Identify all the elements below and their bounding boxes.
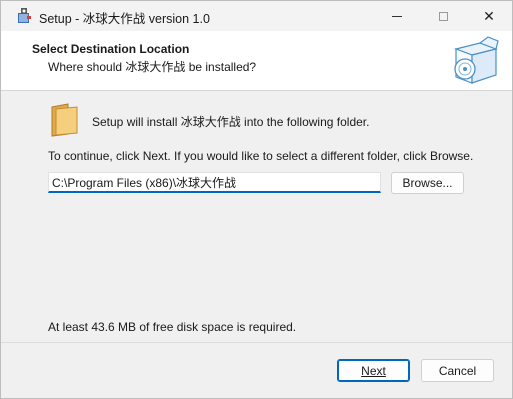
disk-space-requirement: At least 43.6 MB of free disk space is r… <box>48 320 297 334</box>
page-header: Select Destination Location Where should… <box>1 31 512 91</box>
folder-icon <box>50 103 80 137</box>
close-button[interactable]: ✕ <box>466 1 512 31</box>
close-icon: ✕ <box>483 7 495 24</box>
footer-divider <box>1 342 512 343</box>
maximize-button[interactable] <box>420 1 466 31</box>
page-title: Select Destination Location <box>32 42 190 56</box>
minimize-icon <box>392 15 402 17</box>
cancel-button[interactable]: Cancel <box>421 359 494 382</box>
install-location-text: Setup will install 冰球大作战 into the follow… <box>92 115 370 129</box>
browse-button[interactable]: Browse... <box>391 172 464 194</box>
destination-path-input[interactable] <box>48 172 381 193</box>
next-button[interactable]: Next <box>337 359 410 382</box>
title-bar[interactable]: Setup - 冰球大作战 version 1.0 ✕ <box>1 1 512 31</box>
page-subtitle: Where should 冰球大作战 be installed? <box>48 60 257 74</box>
setup-window: Setup - 冰球大作战 version 1.0 ✕ Select Desti… <box>0 0 513 399</box>
maximize-icon <box>438 11 448 21</box>
window-title: Setup - 冰球大作战 version 1.0 <box>39 12 210 26</box>
setup-box-disc-icon <box>450 35 500 87</box>
continue-instructions: To continue, click Next. If you would li… <box>48 149 474 163</box>
minimize-button[interactable] <box>374 1 420 31</box>
setup-app-icon <box>15 7 33 25</box>
next-button-label: Next <box>361 363 386 378</box>
